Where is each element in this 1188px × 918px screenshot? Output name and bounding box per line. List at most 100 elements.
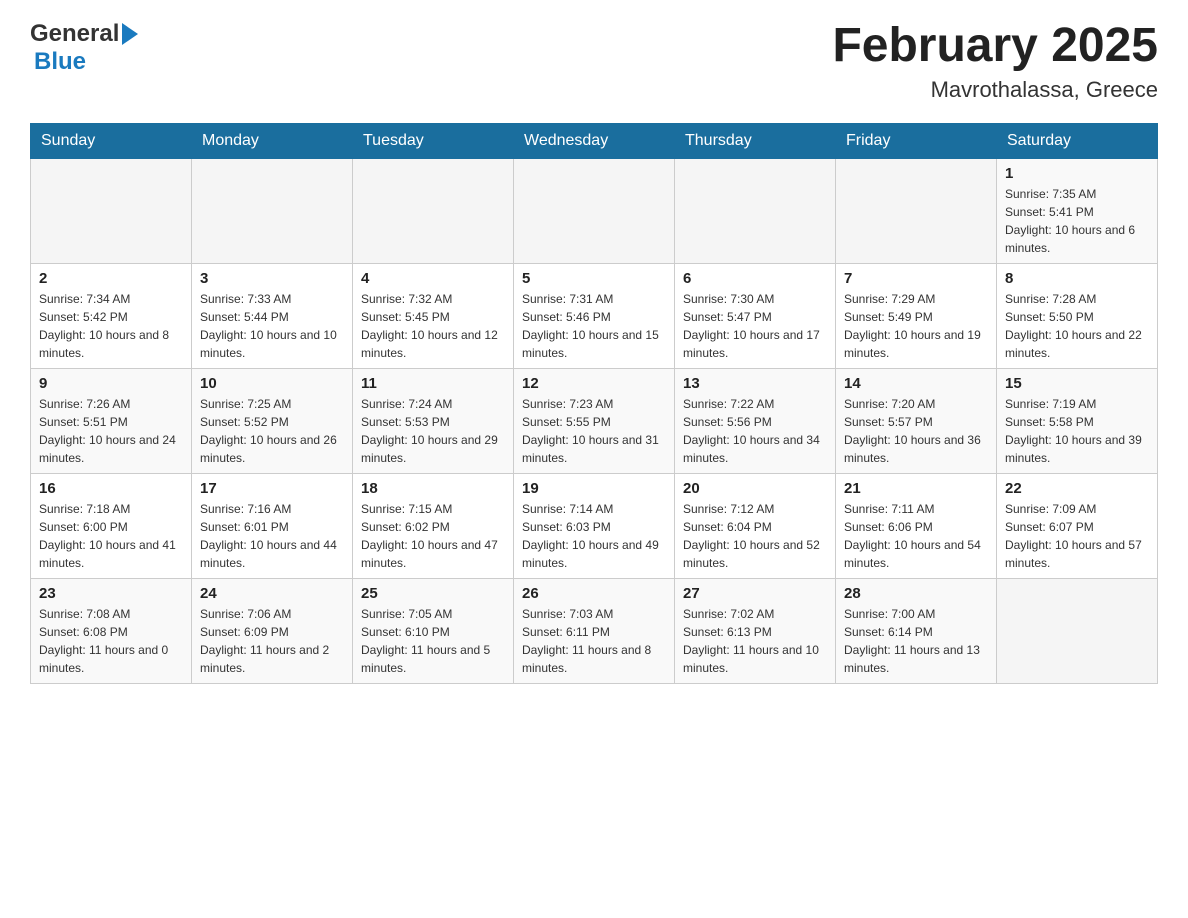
sunrise-text: Sunrise: 7:16 AM [200,502,291,516]
sunset-text: Sunset: 6:02 PM [361,520,450,534]
daylight-text: Daylight: 10 hours and 44 minutes. [200,538,337,570]
daylight-text: Daylight: 10 hours and 39 minutes. [1005,433,1142,465]
table-row: 2Sunrise: 7:34 AMSunset: 5:42 PMDaylight… [31,263,192,368]
day-info: Sunrise: 7:32 AMSunset: 5:45 PMDaylight:… [361,290,505,362]
day-number: 15 [1005,375,1149,392]
sunrise-text: Sunrise: 7:11 AM [844,502,935,516]
sunrise-text: Sunrise: 7:09 AM [1005,502,1096,516]
sunrise-text: Sunrise: 7:32 AM [361,292,452,306]
day-info: Sunrise: 7:11 AMSunset: 6:06 PMDaylight:… [844,500,988,572]
sunrise-text: Sunrise: 7:29 AM [844,292,935,306]
day-info: Sunrise: 7:34 AMSunset: 5:42 PMDaylight:… [39,290,183,362]
sunset-text: Sunset: 5:58 PM [1005,415,1094,429]
day-number: 21 [844,480,988,497]
day-info: Sunrise: 7:08 AMSunset: 6:08 PMDaylight:… [39,605,183,677]
table-row: 12 Sunrise: 7:23 AMSunset: 5:55 PMDayligh… [514,368,675,473]
day-number: 10 [200,375,344,392]
title-section: February 2025 Mavrothalassa, Greece [832,20,1158,103]
day-info: Sunrise: 7:03 AMSunset: 6:11 PMDaylight:… [522,605,666,677]
sunset-text: Sunset: 5:47 PM [683,310,772,324]
calendar-table: Sunday Monday Tuesday Wednesday Thursday… [30,123,1158,684]
sunset-text: Sunset: 5:50 PM [1005,310,1094,324]
table-row: 27Sunrise: 7:02 AMSunset: 6:13 PMDayligh… [675,578,836,683]
sunset-text: Sunset: 5:52 PM [200,415,289,429]
sunset-text: Sunset: 6:01 PM [200,520,289,534]
daylight-text: Daylight: 10 hours and 54 minutes. [844,538,981,570]
day-number: 5 [522,270,666,287]
daylight-text: Daylight: 10 hours and 19 minutes. [844,328,981,360]
sunrise-text: Sunrise: 7:06 AM [200,607,291,621]
daylight-text: Daylight: 10 hours and 47 minutes. [361,538,498,570]
day-number: 14 [844,375,988,392]
sunrise-text: Sunrise: 7:14 AM [522,502,613,516]
day-number: 20 [683,480,827,497]
day-number: 22 [1005,480,1149,497]
calendar-week-row: 23 Sunrise: 7:08 AMSunset: 6:08 PMDayligh… [31,578,1158,683]
table-row: 25Sunrise: 7:05 AMSunset: 6:10 PMDayligh… [353,578,514,683]
calendar-header-row: Sunday Monday Tuesday Wednesday Thursday… [31,123,1158,158]
sunrise-text: Sunrise: 7:18 AM [39,502,130,516]
table-row: 4 Sunrise: 7:32 AMSunset: 5:45 PMDaylight… [353,263,514,368]
sunset-text: Sunset: 5:56 PM [683,415,772,429]
day-number: 25 [361,585,505,602]
calendar-week-row: 9Sunrise: 7:26 AMSunset: 5:51 PMDaylight… [31,368,1158,473]
day-number: 8 [1005,270,1149,287]
table-row: 23 Sunrise: 7:08 AMSunset: 6:08 PMDayligh… [31,578,192,683]
daylight-text: Daylight: 10 hours and 29 minutes. [361,433,498,465]
day-number: 12 [522,375,666,392]
day-number: 1 [1005,165,1149,182]
sunrise-text: Sunrise: 7:20 AM [844,397,935,411]
table-row: 1 Sunrise: 7:35 AM Sunset: 5:41 PM Daylight… [997,158,1158,263]
table-row [353,158,514,263]
table-row: 10 Sunrise: 7:25 AM Sunset: 5:52 PM Dayligh… [192,368,353,473]
daylight-text: Daylight: 11 hours and 5 minutes. [361,643,490,675]
table-row: 22Sunrise: 7:09 AMSunset: 6:07 PMDayligh… [997,473,1158,578]
sunrise-text: Sunrise: 7:15 AM [361,502,452,516]
daylight-text: Daylight: 10 hours and 41 minutes. [39,538,176,570]
table-row: 15 Sunrise: 7:19 AM Sunset: 5:58 PM Dayligh… [997,368,1158,473]
sunset-text: Sunset: 5:41 PM [1005,205,1094,219]
sunrise-text: Sunrise: 7:03 AM [522,607,613,621]
day-number: 4 [361,270,505,287]
sunrise-text: Sunrise: 7:24 AM [361,397,452,411]
sunrise-text: Sunrise: 7:28 AM [1005,292,1096,306]
logo-general-text: General [30,20,119,48]
day-number: 23 [39,585,183,602]
col-thursday: Thursday [675,123,836,158]
day-info: Sunrise: 7:24 AM Sunset: 5:53 PM Daylight:… [361,395,505,467]
table-row: 7Sunrise: 7:29 AMSunset: 5:49 PMDaylight… [836,263,997,368]
sunrise-text: Sunrise: 7:22 AM [683,397,774,411]
daylight-text: Daylight: 10 hours and 17 minutes. [683,328,820,360]
day-info: Sunrise: 7:06 AMSunset: 6:09 PMDaylight:… [200,605,344,677]
day-number: 27 [683,585,827,602]
day-info: Sunrise: 7:31 AMSunset: 5:46 PMDaylight:… [522,290,666,362]
day-number: 13 [683,375,827,392]
daylight-text: Daylight: 10 hours and 26 minutes. [200,433,337,465]
daylight-text: Daylight: 10 hours and 15 minutes. [522,328,659,360]
daylight-text: Daylight: 10 hours and 10 minutes. [200,328,337,360]
logo-blue-text: Blue [34,48,86,76]
sunrise-text: Sunrise: 7:35 AM [1005,187,1096,201]
sunset-text: Sunset: 5:53 PM [361,415,450,429]
daylight-text: Daylight: 10 hours and 52 minutes. [683,538,820,570]
sunrise-text: Sunrise: 7:02 AM [683,607,774,621]
day-info: Sunrise: 7:23 AMSunset: 5:55 PMDaylight:… [522,395,666,467]
sunset-text: Sunset: 5:51 PM [39,415,128,429]
sunset-text: Sunset: 6:00 PM [39,520,128,534]
logo: General Blue [30,20,138,76]
sunset-text: Sunset: 6:11 PM [522,625,610,639]
table-row: 24Sunrise: 7:06 AMSunset: 6:09 PMDayligh… [192,578,353,683]
sunrise-text: Sunrise: 7:25 AM [200,397,291,411]
sunset-text: Sunset: 6:03 PM [522,520,611,534]
day-info: Sunrise: 7:14 AMSunset: 6:03 PMDaylight:… [522,500,666,572]
table-row: 19Sunrise: 7:14 AMSunset: 6:03 PMDayligh… [514,473,675,578]
sunset-text: Sunset: 5:55 PM [522,415,611,429]
daylight-text: Daylight: 10 hours and 6 minutes. [1005,223,1135,255]
daylight-text: Daylight: 10 hours and 31 minutes. [522,433,659,465]
table-row: 26Sunrise: 7:03 AMSunset: 6:11 PMDayligh… [514,578,675,683]
day-number: 16 [39,480,183,497]
sunrise-text: Sunrise: 7:19 AM [1005,397,1096,411]
col-wednesday: Wednesday [514,123,675,158]
day-info: Sunrise: 7:29 AMSunset: 5:49 PMDaylight:… [844,290,988,362]
day-number: 18 [361,480,505,497]
